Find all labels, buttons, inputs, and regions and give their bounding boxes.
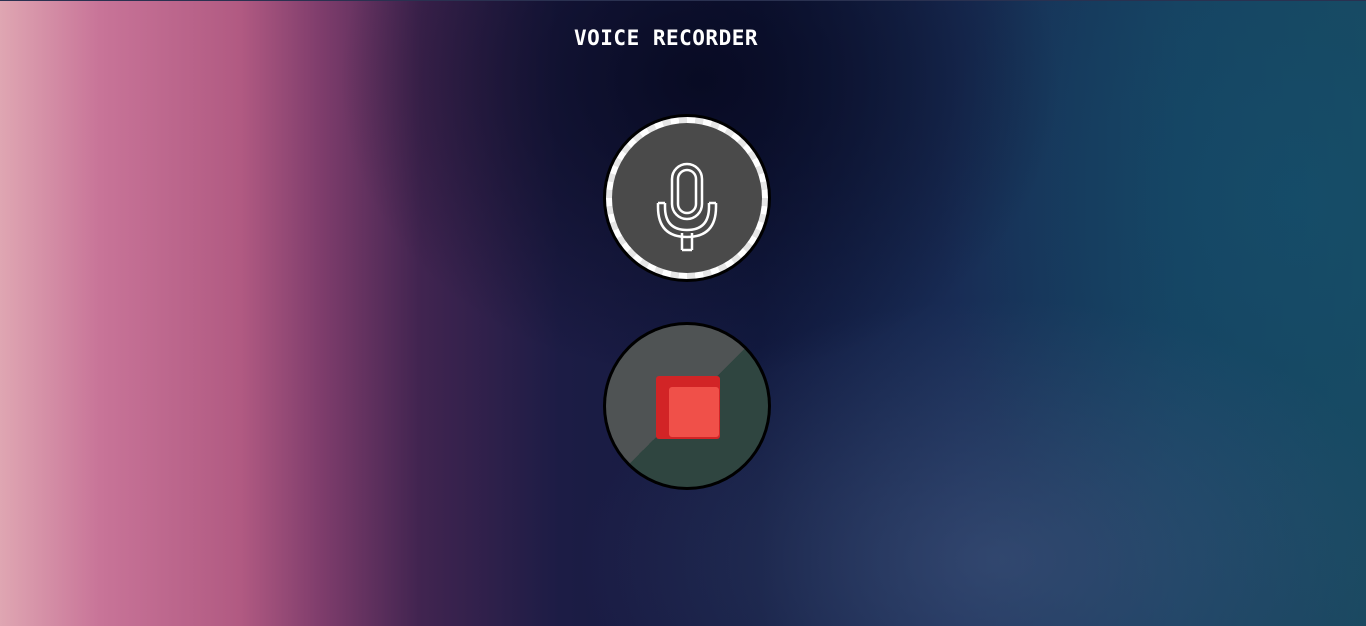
record-button[interactable] [603,114,771,282]
page-title: VOICE RECORDER [574,26,759,50]
stop-button[interactable] [603,322,771,490]
record-button-ring [606,117,768,279]
stop-button-face [606,325,768,487]
record-button-face [612,123,762,273]
top-border [0,0,1366,1]
microphone-icon [656,162,718,252]
stop-square-highlight [669,387,719,437]
